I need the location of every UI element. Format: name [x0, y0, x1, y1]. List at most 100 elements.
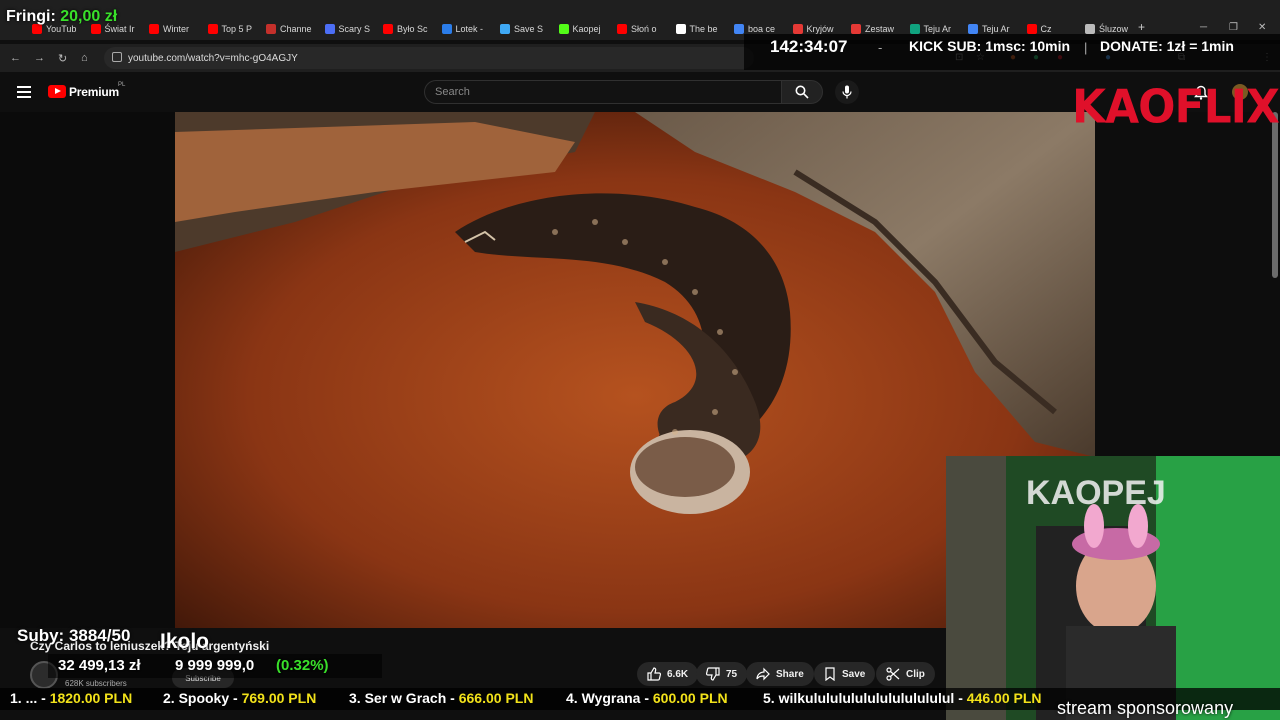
- search-button[interactable]: [781, 80, 823, 104]
- page-scrollbar[interactable]: [1272, 112, 1278, 278]
- like-button[interactable]: 6.6K: [637, 662, 699, 686]
- leaderboard-amount: 446.00 PLN: [966, 690, 1042, 706]
- dislike-button[interactable]: 75: [696, 662, 748, 686]
- browser-tab[interactable]: Scary S: [324, 20, 379, 38]
- save-button[interactable]: Save: [814, 662, 876, 686]
- tab-label: Kaopej: [572, 24, 601, 34]
- tab-favicon-icon: [1085, 24, 1095, 34]
- maximize-icon[interactable]: ❐: [1229, 22, 1238, 33]
- url-text: youtube.com/watch?v=mhc-gO4AGJY: [128, 52, 298, 64]
- forward-icon[interactable]: →: [34, 52, 45, 64]
- leaderboard-amount: 600.00 PLN: [652, 690, 728, 706]
- reload-icon[interactable]: ↻: [58, 52, 67, 65]
- timer-separator: -: [878, 40, 883, 55]
- donate-rate: DONATE: 1zł = 1min: [1100, 38, 1234, 54]
- browser-tab[interactable]: Było Sc: [383, 20, 437, 38]
- tab-favicon-icon: [500, 24, 510, 34]
- leaderboard-name: 2. Spooky: [163, 690, 230, 706]
- tab-label: Winter: [163, 24, 190, 34]
- tab-label: Było Sc: [397, 24, 428, 34]
- url-input[interactable]: youtube.com/watch?v=mhc-gO4AGJY: [104, 47, 754, 69]
- tab-favicon-icon: [558, 24, 569, 34]
- kaoflix-logo: KAOFLIX: [1072, 80, 1280, 135]
- subathon-timer: 142:34:07: [770, 37, 848, 56]
- sponsor-text: stream sponsorowany: [1057, 698, 1234, 718]
- tab-label: Kryjów: [806, 24, 834, 34]
- new-tab-button[interactable]: +: [1138, 20, 1145, 34]
- leaderboard-dash: -: [446, 690, 459, 706]
- tab-favicon-icon: [734, 24, 744, 34]
- donation-goal: 9 999 999,0: [175, 657, 255, 674]
- scissors-icon: [886, 667, 900, 681]
- leaderboard-name: 3. Ser w Grach: [349, 690, 447, 706]
- bookmark-icon: [825, 667, 835, 681]
- fringi-counter: Fringi: 20,00 zł: [6, 8, 117, 26]
- tab-label: boa ce: [748, 24, 776, 34]
- share-icon: [756, 667, 770, 681]
- leaderboard-dash: -: [640, 690, 653, 706]
- search-input[interactable]: Search: [424, 80, 781, 104]
- donation-total: 32 499,13 zł: [58, 657, 141, 674]
- youtube-brand[interactable]: Premium: [69, 85, 119, 99]
- voice-search-button[interactable]: [835, 80, 859, 104]
- search-placeholder: Search: [435, 86, 470, 98]
- minimize-icon[interactable]: ─: [1200, 22, 1207, 33]
- browser-tab[interactable]: Top 5 P: [207, 20, 262, 38]
- tab-label: Cz: [1040, 24, 1052, 34]
- browser-tab[interactable]: The be: [675, 20, 730, 38]
- share-button[interactable]: Share: [746, 662, 814, 686]
- tab-label: Słoń o: [631, 24, 657, 34]
- browser-tab[interactable]: Kaopej: [558, 20, 613, 38]
- tab-label: Teju Ar: [982, 24, 1010, 34]
- kick-sub-rate: KICK SUB: 1msc: 10min: [909, 38, 1071, 54]
- site-info-icon[interactable]: [112, 52, 122, 62]
- tab-favicon-icon: [968, 24, 978, 34]
- channel-subscribers: 628K subscribers: [65, 679, 127, 688]
- tab-favicon-icon: [207, 24, 218, 34]
- tab-favicon-icon: [792, 24, 803, 34]
- tab-label: Śluzow: [1099, 24, 1129, 34]
- back-icon[interactable]: ←: [10, 52, 21, 64]
- tab-favicon-icon: [383, 24, 393, 34]
- leaderboard-entry: 1. ... - 1820.00 PLN: [10, 690, 132, 706]
- browser-tab[interactable]: Save S: [500, 20, 554, 38]
- streamer-webcam: KAOPEJ: [946, 456, 1280, 720]
- tab-label: Scary S: [338, 24, 371, 34]
- region-label: PL: [118, 82, 126, 88]
- menu-icon[interactable]: [17, 86, 31, 98]
- home-icon[interactable]: ⌂: [81, 52, 88, 64]
- thumbs-up-icon: [647, 667, 661, 681]
- youtube-logo-icon[interactable]: [48, 85, 66, 98]
- leaderboard-entry: 5. wilkulululululululululululul - 446.00…: [763, 690, 1042, 706]
- leaderboard-entry: 4. Wygrana - 600.00 PLN: [566, 690, 728, 706]
- browser-tab[interactable]: Lotek -: [441, 20, 496, 38]
- close-window-icon[interactable]: ✕: [1258, 22, 1266, 33]
- tab-label: Zestaw: [865, 24, 895, 34]
- browser-tab[interactable]: Winter: [149, 20, 203, 38]
- ikolo-label: Ikolo: [160, 630, 210, 653]
- tab-label: Top 5 P: [221, 24, 253, 34]
- leaderboard-amount: 1820.00 PLN: [49, 690, 133, 706]
- tab-label: Channe: [280, 24, 312, 34]
- webcam-neon-sign: KAOPEJ: [1026, 474, 1166, 512]
- share-label: Share: [776, 668, 804, 680]
- webcam-image: KAOPEJ: [946, 456, 1280, 720]
- thumbs-down-icon: [706, 667, 720, 681]
- tab-favicon-icon: [324, 24, 335, 34]
- leaderboard-dash: -: [229, 690, 242, 706]
- tab-label: Lotek -: [455, 24, 484, 34]
- save-label: Save: [842, 668, 866, 680]
- search-icon: [795, 85, 809, 99]
- browser-tab[interactable]: Channe: [266, 20, 320, 38]
- leaderboard-name: 5. wilkulululululululululululul: [763, 690, 955, 706]
- tab-favicon-icon: [149, 24, 159, 34]
- like-count: 6.6K: [667, 668, 689, 680]
- browser-tab[interactable]: Słoń o: [617, 20, 671, 38]
- donation-goal-percent: (0.32%): [276, 657, 329, 674]
- leaderboard-entry: 3. Ser w Grach - 666.00 PLN: [349, 690, 533, 706]
- leaderboard-amount: 666.00 PLN: [458, 690, 534, 706]
- clip-button[interactable]: Clip: [876, 662, 935, 686]
- leaderboard-dash: -: [37, 690, 50, 706]
- tab-favicon-icon: [851, 24, 861, 34]
- tab-favicon-icon: [909, 24, 920, 34]
